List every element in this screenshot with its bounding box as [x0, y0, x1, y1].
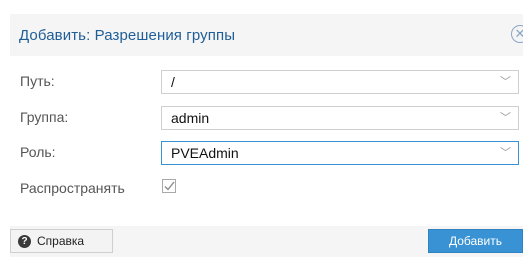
group-value: admin	[171, 110, 210, 126]
dialog-header: Добавить: Разрешения группы ✕	[10, 14, 523, 56]
question-circle-icon: ?	[18, 235, 31, 248]
add-group-permission-dialog: Добавить: Разрешения группы ✕ Путь: / ﹀ …	[0, 0, 523, 257]
role-combobox[interactable]: PVEAdmin ﹀	[161, 141, 519, 165]
dialog-title: Добавить: Разрешения группы	[19, 27, 236, 44]
path-label: Путь:	[20, 73, 55, 89]
role-row: Роль: PVEAdmin ﹀	[10, 141, 523, 165]
help-button[interactable]: ? Справка	[10, 229, 113, 253]
role-value: PVEAdmin	[171, 145, 239, 161]
role-label: Роль:	[20, 144, 56, 160]
propagate-row: Распространять	[10, 177, 523, 201]
add-button[interactable]: Добавить	[428, 229, 523, 253]
group-combobox[interactable]: admin ﹀	[161, 106, 519, 130]
checkmark-icon	[164, 181, 175, 191]
path-value: /	[171, 74, 175, 90]
path-combobox[interactable]: / ﹀	[161, 70, 519, 94]
propagate-checkbox[interactable]	[162, 179, 176, 193]
help-button-label: Справка	[37, 234, 85, 248]
close-icon[interactable]: ✕	[511, 25, 523, 43]
group-row: Группа: admin ﹀	[10, 106, 523, 130]
path-row: Путь: / ﹀	[10, 70, 523, 94]
chevron-down-icon[interactable]: ﹀	[500, 73, 511, 89]
dialog-body: Путь: / ﹀ Группа: admin ﹀ Роль: PVEAdmin…	[10, 56, 523, 226]
chevron-down-icon[interactable]: ﹀	[500, 144, 511, 160]
propagate-label: Распространять	[20, 180, 125, 196]
group-label: Группа:	[20, 109, 69, 125]
chevron-down-icon[interactable]: ﹀	[500, 109, 511, 125]
dialog-footer: ? Справка Добавить	[10, 226, 523, 257]
